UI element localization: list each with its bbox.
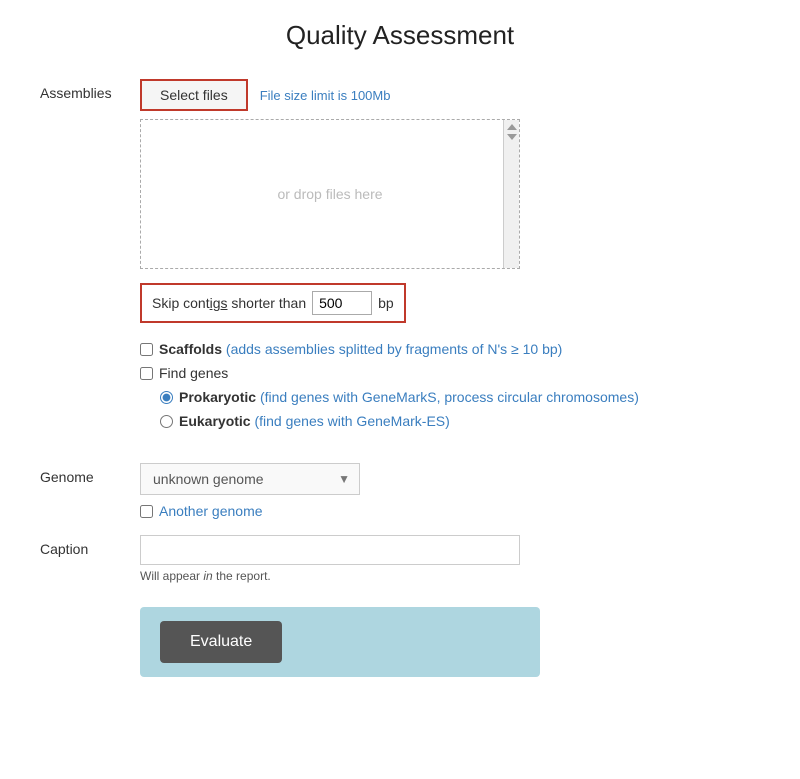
assemblies-row: Assemblies Select files File size limit … <box>40 79 760 447</box>
scrollbar-down-arrow[interactable] <box>507 134 517 140</box>
file-size-note: File size limit is 100Mb <box>260 88 391 103</box>
skip-contigs-row: Skip contigs shorter than 500 bp <box>140 283 406 323</box>
another-genome-link[interactable]: Another genome <box>159 503 263 519</box>
find-genes-option-row: Find genes <box>140 365 760 381</box>
drop-zone[interactable]: or drop files here <box>140 119 520 269</box>
scrollbar-up-arrow[interactable] <box>507 124 517 130</box>
another-genome-row: Another genome <box>140 503 760 519</box>
skip-contigs-input[interactable]: 500 <box>312 291 372 315</box>
another-genome-checkbox[interactable] <box>140 505 153 518</box>
caption-row: Caption Will appear in the report. <box>40 535 760 583</box>
genome-row: Genome unknown genome Homo sapiens Mus m… <box>40 463 760 519</box>
assemblies-content: Select files File size limit is 100Mb or… <box>140 79 760 447</box>
eukaryotic-option-row: Eukaryotic (find genes with GeneMark-ES) <box>160 413 760 429</box>
eukaryotic-label[interactable]: Eukaryotic (find genes with GeneMark-ES) <box>179 413 450 429</box>
scaffolds-checkbox[interactable] <box>140 343 153 356</box>
select-files-button[interactable]: Select files <box>140 79 248 111</box>
page-title: Quality Assessment <box>40 20 760 51</box>
genome-select[interactable]: unknown genome Homo sapiens Mus musculus… <box>140 463 360 495</box>
genome-select-wrapper: unknown genome Homo sapiens Mus musculus… <box>140 463 360 495</box>
find-genes-checkbox[interactable] <box>140 367 153 380</box>
skip-contigs-label: Skip contigs shorter than <box>152 295 306 311</box>
find-genes-label[interactable]: Find genes <box>159 365 228 381</box>
eukaryotic-radio[interactable] <box>160 415 173 428</box>
evaluate-section-wrapper: Evaluate <box>140 607 760 677</box>
evaluate-section: Evaluate <box>140 607 540 677</box>
genome-label: Genome <box>40 463 140 485</box>
prokaryotic-label[interactable]: Prokaryotic (find genes with GeneMarkS, … <box>179 389 639 405</box>
caption-note: Will appear in the report. <box>140 569 760 583</box>
prokaryotic-radio[interactable] <box>160 391 173 404</box>
scaffolds-label[interactable]: Scaffolds (adds assemblies splitted by f… <box>159 341 562 357</box>
genome-content: unknown genome Homo sapiens Mus musculus… <box>140 463 760 519</box>
scrollbar[interactable] <box>503 120 519 268</box>
skip-bp-label: bp <box>378 295 394 311</box>
options-section: Scaffolds (adds assemblies splitted by f… <box>140 341 760 429</box>
evaluate-button[interactable]: Evaluate <box>160 621 282 663</box>
assemblies-label: Assemblies <box>40 79 140 101</box>
caption-input[interactable] <box>140 535 520 565</box>
caption-label: Caption <box>40 535 140 557</box>
scaffolds-option-row: Scaffolds (adds assemblies splitted by f… <box>140 341 760 357</box>
assemblies-top: Select files File size limit is 100Mb <box>140 79 760 111</box>
prokaryotic-option-row: Prokaryotic (find genes with GeneMarkS, … <box>160 389 760 405</box>
caption-content: Will appear in the report. <box>140 535 760 583</box>
drop-placeholder: or drop files here <box>277 186 382 202</box>
